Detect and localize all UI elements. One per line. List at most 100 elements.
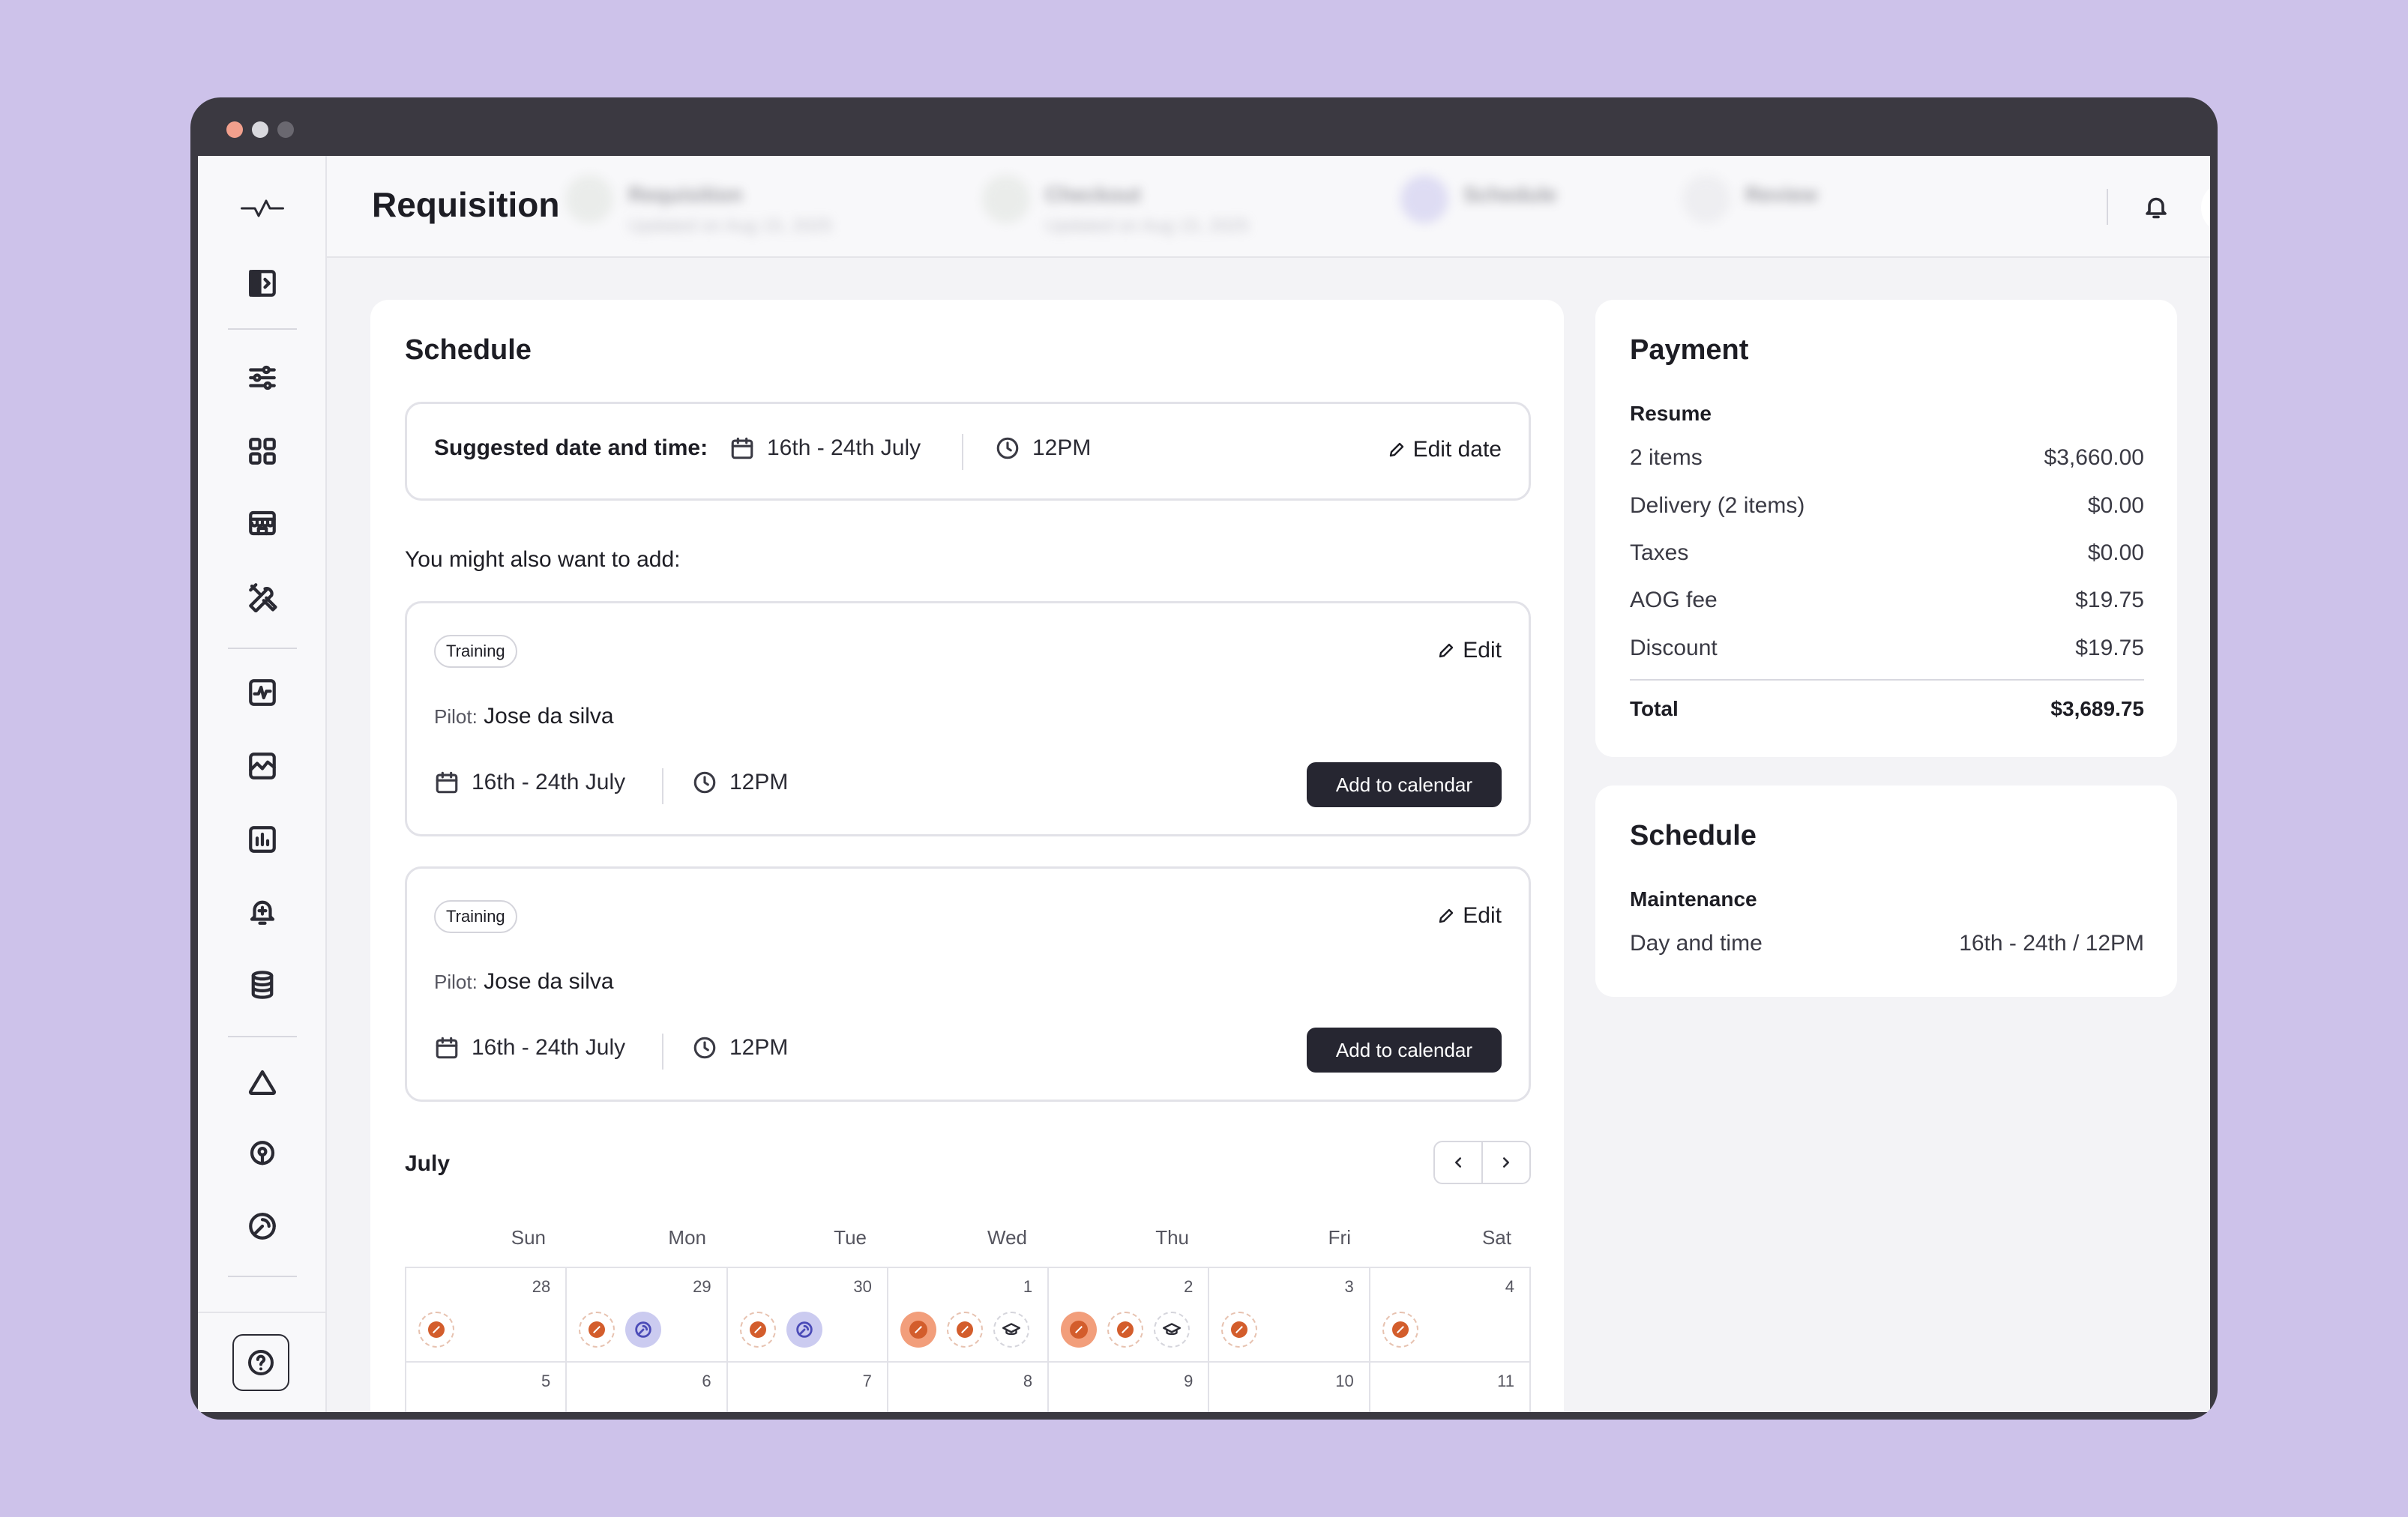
maintenance-event-icon[interactable] [1382,1312,1418,1348]
calendar-day[interactable]: 28 [406,1268,568,1363]
maintenance-event-icon[interactable] [946,1312,983,1348]
maintenance-event-icon[interactable] [1107,1312,1144,1348]
sidebar-divider [228,1036,297,1037]
suggested-label: Suggested date and time: [434,435,708,461]
help-button[interactable] [232,1334,289,1391]
edit-button[interactable]: Edit [1437,903,1502,929]
edit-date-label: Edit date [1412,437,1502,462]
calendar-day[interactable]: 1 [888,1268,1050,1363]
step-sub: Updated on Aug 15, 2025 [1045,216,1250,236]
maintenance-event-icon[interactable] [900,1312,936,1348]
calendar-icon [436,1037,458,1059]
step-label: Schedule [1463,183,1557,206]
calendar-day[interactable]: 4 [1370,1268,1531,1363]
also-add-heading: You might also want to add: [405,547,681,572]
calendar-day[interactable]: 5 [406,1363,568,1412]
add-to-calendar-button[interactable]: Add to calendar [1307,762,1502,807]
offer-time: 12PM [692,770,788,795]
calendar-day[interactable]: 10 [1209,1363,1370,1412]
next-month-button[interactable] [1481,1142,1529,1183]
grid-icon[interactable] [240,429,285,474]
schedule-card: Schedule Suggested date and time: 16th -… [370,300,1564,1412]
day-number: 9 [1184,1372,1194,1390]
calendar-day[interactable]: 3 [1209,1268,1370,1363]
add-to-calendar-button[interactable]: Add to calendar [1307,1028,1502,1073]
calendar-day[interactable]: 11 [1370,1363,1531,1412]
payment-card: Payment Resume 2 items $3,660.00 Deliver… [1595,300,2177,757]
training-tag: Training [434,635,517,668]
pilot-name: Jose da silva [484,969,614,994]
close-dot[interactable] [226,121,243,138]
day-number: 3 [1344,1277,1354,1296]
suggested-time: 12PM [995,435,1091,461]
radar-event-icon[interactable] [786,1312,822,1348]
edit-date-button[interactable]: Edit date [1388,437,1502,462]
logo-icon[interactable] [240,186,285,231]
calendar-week: 5 6 7 8 9 10 11 [406,1363,1531,1412]
panel-toggle-icon[interactable] [240,261,285,306]
step-schedule[interactable]: Schedule [1400,175,1556,223]
chart-area-icon[interactable] [240,744,285,788]
radar-event-icon[interactable] [625,1312,662,1348]
step-pending-icon [1682,175,1730,223]
line-value: $3,660.00 [2044,445,2144,470]
calendar-day[interactable]: 7 [728,1363,888,1412]
total-divider [1630,679,2144,681]
step-requisition[interactable]: Requisition Updated on Aug 15, 2025 [565,175,832,237]
calendar-week: 28 29 30 1 2 3 4 [406,1268,1531,1363]
weekday-label: Tue [834,1226,867,1249]
bar-chart-icon[interactable] [240,817,285,862]
edit-label: Edit [1463,903,1502,928]
calendar-day[interactable]: 8 [888,1363,1050,1412]
calendar-day[interactable]: 2 [1049,1268,1210,1363]
line-label: Delivery (2 items) [1630,493,1805,518]
maintenance-event-icon[interactable] [418,1312,454,1348]
triangle-icon[interactable] [240,1060,285,1105]
line-value: $0.00 [2087,540,2144,565]
step-label: Review [1745,183,1818,206]
calendar-day[interactable]: 9 [1049,1363,1210,1412]
prev-month-button[interactable] [1435,1142,1481,1183]
activity-icon[interactable] [240,670,285,715]
training-event-icon[interactable] [1154,1312,1191,1348]
payment-total: Total $3,689.75 [1630,697,2144,721]
tools-icon[interactable] [240,574,285,619]
clock-icon [693,771,716,794]
day-number: 6 [702,1372,711,1390]
database-icon[interactable] [240,962,285,1007]
training-event-icon[interactable] [993,1312,1029,1348]
step-check-icon [982,175,1030,223]
location-icon[interactable] [240,1132,285,1177]
calendar-day[interactable]: 29 [567,1268,728,1363]
step-checkout[interactable]: Checkout Updated on Aug 15, 2025 [982,175,1249,237]
edit-button[interactable]: Edit [1437,638,1502,663]
calendar-day[interactable]: 30 [727,1268,888,1363]
line-label: 2 items [1630,445,1703,470]
line-value: $19.75 [2075,588,2144,612]
step-label: Requisition [628,183,743,206]
store-icon[interactable] [240,501,285,546]
bell-plus-icon[interactable] [240,889,285,934]
weekday-label: Sat [1481,1226,1511,1249]
step-review[interactable]: Review [1682,175,1818,223]
day-number: 5 [541,1372,551,1390]
avatar[interactable]: EM [2201,181,2210,234]
day-number: 28 [532,1277,551,1296]
maintenance-event-icon[interactable] [579,1312,615,1348]
minimize-dot[interactable] [252,121,268,138]
weekday-label: Sun [511,1226,546,1249]
maximize-dot[interactable] [277,121,294,138]
calendar-day[interactable]: 6 [567,1363,728,1412]
header-divider [2107,189,2108,225]
maintenance-event-icon[interactable] [739,1312,776,1348]
day-number: 2 [1184,1277,1194,1296]
payment-line: Taxes $0.00 [1630,540,2144,566]
notifications-button[interactable] [2135,186,2177,228]
line-label: AOG fee [1630,588,1718,612]
radar-icon[interactable] [240,1204,285,1249]
maintenance-event-icon[interactable] [1061,1312,1098,1348]
maintenance-event-icon[interactable] [1221,1312,1258,1348]
calendar-icon [436,771,458,794]
sliders-icon[interactable] [240,355,285,400]
help-icon [248,1350,274,1375]
